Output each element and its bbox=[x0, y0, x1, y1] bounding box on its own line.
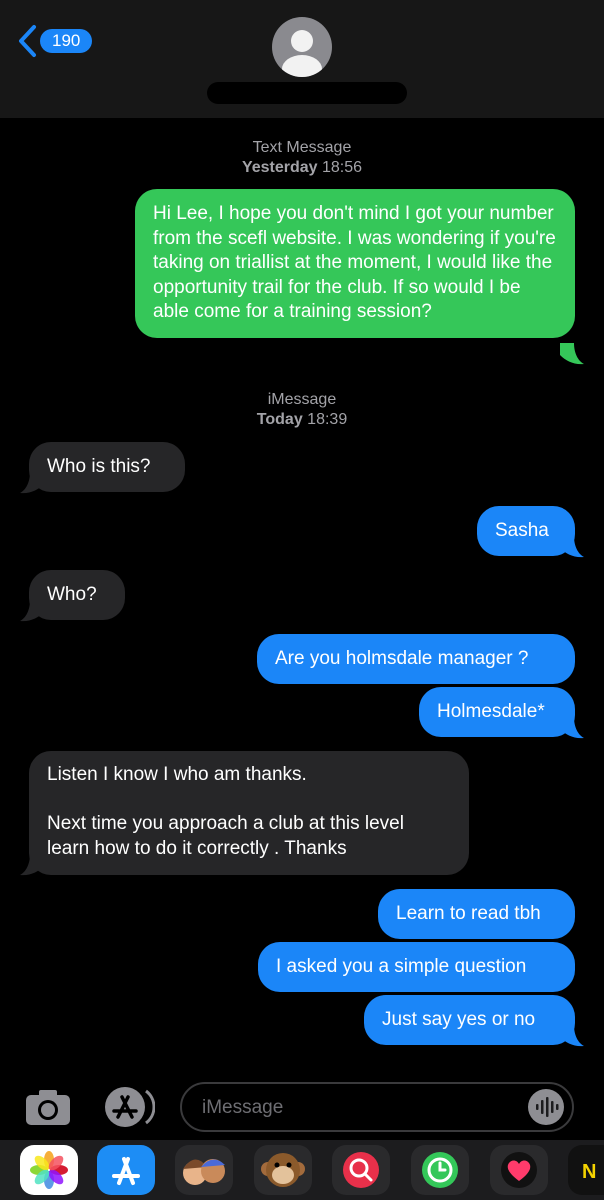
heart-sticker-icon bbox=[490, 1145, 548, 1195]
audio-message-button[interactable] bbox=[526, 1088, 566, 1131]
bubble-tail bbox=[560, 536, 584, 558]
timestamp: Today 18:39 bbox=[256, 411, 348, 428]
unread-count-badge: 190 bbox=[40, 29, 93, 53]
camera-icon bbox=[26, 1090, 70, 1125]
bubble-tail bbox=[560, 1025, 584, 1047]
fitness-app[interactable] bbox=[411, 1145, 469, 1195]
timestamp: Yesterday 18:56 bbox=[241, 159, 363, 176]
service-label: iMessage bbox=[267, 391, 337, 408]
chevron-left-icon bbox=[19, 25, 36, 57]
bubble-tail bbox=[560, 717, 584, 739]
image-search-app[interactable] bbox=[332, 1145, 390, 1195]
message-input-placeholder: iMessage bbox=[202, 1097, 284, 1118]
conversation-header: 190 bbox=[0, 0, 604, 118]
outgoing-imessage-bubble[interactable]: Holmesdale* bbox=[419, 687, 575, 737]
outgoing-imessage-bubble[interactable]: Are you holmsdale manager ? bbox=[257, 634, 575, 684]
timestamp-header: iMessage Today 18:39 bbox=[0, 390, 604, 430]
timestamp-header: Text Message Yesterday 18:56 bbox=[0, 138, 604, 178]
svg-text:N: N bbox=[582, 1161, 596, 1183]
nike-icon: N bbox=[568, 1145, 604, 1195]
outgoing-imessage-bubble[interactable]: Learn to read tbh bbox=[378, 889, 575, 939]
stickers-app[interactable] bbox=[490, 1145, 548, 1195]
message-input[interactable]: iMessage bbox=[180, 1082, 574, 1132]
back-button[interactable]: 190 bbox=[16, 24, 93, 58]
animoji-app[interactable] bbox=[254, 1145, 312, 1195]
audio-waveform-icon bbox=[528, 1089, 564, 1125]
photos-app[interactable] bbox=[20, 1145, 78, 1195]
fitness-icon bbox=[411, 1145, 469, 1195]
bubble-tail bbox=[20, 600, 44, 622]
camera-button[interactable] bbox=[24, 1087, 72, 1132]
app-store-icon bbox=[97, 1145, 155, 1195]
outgoing-imessage-bubble[interactable]: I asked you a simple question bbox=[258, 942, 575, 992]
search-images-icon bbox=[332, 1145, 390, 1195]
redacted-contact-name bbox=[207, 82, 407, 104]
person-icon bbox=[282, 30, 322, 77]
incoming-message-bubble[interactable]: Listen I know I who am thanks. Next time… bbox=[29, 751, 469, 875]
incoming-message-bubble[interactable]: Who is this? bbox=[29, 442, 185, 492]
bubble-tail bbox=[20, 854, 44, 876]
memoji-app[interactable] bbox=[175, 1145, 233, 1195]
bubble-tail bbox=[20, 472, 44, 494]
outgoing-sms-bubble[interactable]: Hi Lee, I hope you don't mind I got your… bbox=[135, 189, 575, 338]
app-store-app[interactable] bbox=[97, 1145, 155, 1195]
memoji-icon bbox=[175, 1145, 233, 1195]
service-label: Text Message bbox=[252, 139, 352, 156]
contact-avatar[interactable] bbox=[272, 17, 332, 77]
nike-app[interactable]: N bbox=[568, 1145, 604, 1195]
app-store-button[interactable] bbox=[101, 1085, 156, 1134]
app-store-icon bbox=[105, 1087, 156, 1127]
bubble-tail bbox=[560, 343, 584, 365]
outgoing-imessage-bubble[interactable]: Just say yes or no bbox=[364, 995, 575, 1045]
animoji-monkey-icon bbox=[254, 1145, 312, 1195]
photos-icon bbox=[20, 1145, 78, 1195]
